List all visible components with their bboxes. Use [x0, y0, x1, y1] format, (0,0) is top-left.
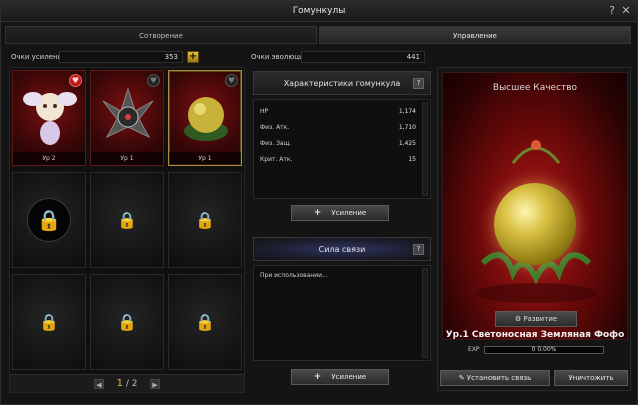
- pagination: ◀ 1 / 2 ▶: [10, 374, 244, 392]
- evolve-button[interactable]: ⚙ Развитие: [495, 311, 577, 327]
- bond-scrollbar[interactable]: [422, 268, 428, 358]
- homunculus-window: Гомункулы ? ✕ Сотворение Управление Очки…: [0, 0, 638, 405]
- evolve-points-label: Очки эволюции: [251, 53, 309, 61]
- attribute-label: Крит. Атк.: [260, 156, 293, 163]
- favorite-heart-icon[interactable]: ♥: [69, 74, 82, 87]
- locked-slot: 🔒: [90, 172, 164, 268]
- attributes-list: HP 1,174 Физ. Атк. 1,710 Физ. Защ. 1,425…: [253, 99, 431, 199]
- homunculus-slot-2[interactable]: ♥ Ур 1: [90, 70, 164, 166]
- tab-bar: Сотворение Управление: [5, 26, 635, 44]
- button-label: Усиление: [331, 373, 367, 381]
- prev-page-icon[interactable]: ◀: [94, 379, 104, 389]
- window-title: Гомункулы: [292, 6, 346, 16]
- bond-body: При использовании...: [253, 265, 431, 361]
- favorite-heart-icon[interactable]: ♥: [147, 74, 160, 87]
- exp-label: EXP: [468, 346, 480, 353]
- help-icon[interactable]: ?: [413, 244, 424, 255]
- attribute-value: 15: [408, 156, 416, 163]
- slot-level: Ур 1: [169, 152, 241, 165]
- homunculus-name: Ур.1 Светоносная Земляная Фофо: [445, 330, 625, 340]
- bond-header: Сила связи ?: [253, 237, 431, 261]
- attribute-label: Физ. Защ.: [260, 140, 292, 147]
- attribute-row: Крит. Атк. 15: [260, 154, 416, 166]
- plus-icon: +: [313, 208, 322, 218]
- slot-level: Ур 1: [91, 152, 163, 165]
- lock-icon: 🔒: [36, 208, 62, 232]
- detail-panel: Высшее Качество ⚙ Развитие Ур.1 Светонос…: [437, 67, 631, 391]
- attribute-row: HP 1,174: [260, 106, 416, 118]
- homunculus-slot-1[interactable]: ♥ Ур 2: [12, 70, 86, 166]
- attribute-label: Физ. Атк.: [260, 124, 290, 131]
- attributes-title: Характеристики гомункула: [283, 79, 401, 88]
- add-enhance-points-button[interactable]: +: [187, 51, 199, 63]
- lock-icon: 🔒: [117, 210, 137, 230]
- help-icon[interactable]: ?: [413, 78, 424, 89]
- lock-icon: 🔒: [117, 312, 137, 332]
- exp-row: EXP 0 0.00%: [468, 346, 608, 354]
- tab-management[interactable]: Управление: [319, 26, 631, 44]
- homunculus-showcase: Высшее Качество ⚙ Развитие: [442, 72, 628, 340]
- bond-title: Сила связи: [318, 245, 366, 254]
- next-page-icon[interactable]: ▶: [150, 379, 160, 389]
- attributes-scrollbar[interactable]: [422, 102, 428, 196]
- homunculus-orb: [494, 183, 576, 265]
- locked-slot: 🔒: [90, 274, 164, 370]
- attribute-value: 1,174: [398, 108, 416, 115]
- enhance-attributes-button[interactable]: + Усиление: [291, 205, 389, 221]
- homunculus-grid: ♥ Ур 2 ♥ Ур 1 ♥ Ур 1 🔒 🔒 🔒 🔒 🔒 🔒 ◀ 1 / 2…: [9, 67, 245, 393]
- window-titlebar: Гомункулы ? ✕: [1, 1, 637, 22]
- plus-icon: +: [313, 372, 322, 382]
- button-label: Усиление: [331, 209, 367, 217]
- attribute-row: Физ. Атк. 1,710: [260, 122, 416, 134]
- help-icon[interactable]: ?: [605, 4, 619, 18]
- locked-slot: 🔒: [12, 274, 86, 370]
- locked-slot: 🔒: [168, 274, 242, 370]
- attribute-value: 1,710: [398, 124, 416, 131]
- slot-level: Ур 2: [13, 152, 85, 165]
- current-page: 1: [116, 378, 123, 389]
- attribute-label: HP: [260, 108, 269, 115]
- tab-creation[interactable]: Сотворение: [5, 26, 317, 44]
- enhance-bond-button[interactable]: + Усиление: [291, 369, 389, 385]
- attribute-value: 1,425: [398, 140, 416, 147]
- bind-button[interactable]: ✎ Установить связь: [440, 370, 550, 386]
- evolve-points-row: Очки эволюции 441: [249, 51, 445, 63]
- total-pages: / 2: [125, 379, 138, 389]
- lock-icon: 🔒: [39, 312, 59, 332]
- homunculus-slot-3[interactable]: ♥ Ур 1: [168, 70, 242, 166]
- enhance-points-row: Очки усиления 353 +: [9, 51, 249, 63]
- bind-label: Установить связь: [466, 374, 532, 382]
- destroy-button[interactable]: Уничтожить: [554, 370, 628, 386]
- bind-icon: ✎: [458, 374, 467, 382]
- lock-icon: 🔒: [195, 210, 215, 230]
- exp-bar: 0 0.00%: [484, 346, 604, 354]
- evolve-label: Развитие: [523, 315, 558, 323]
- enhance-points-value: 353: [59, 51, 183, 63]
- favorite-heart-icon[interactable]: ♥: [225, 74, 238, 87]
- locked-slot: 🔒: [168, 172, 242, 268]
- bond-description: При использовании...: [260, 272, 328, 279]
- locked-slot[interactable]: 🔒: [12, 172, 86, 268]
- attribute-row: Физ. Защ. 1,425: [260, 138, 416, 150]
- attributes-header: Характеристики гомункула ?: [253, 71, 431, 95]
- lock-icon: 🔒: [195, 312, 215, 332]
- evolve-points-value: 441: [301, 51, 425, 63]
- close-icon[interactable]: ✕: [619, 4, 633, 18]
